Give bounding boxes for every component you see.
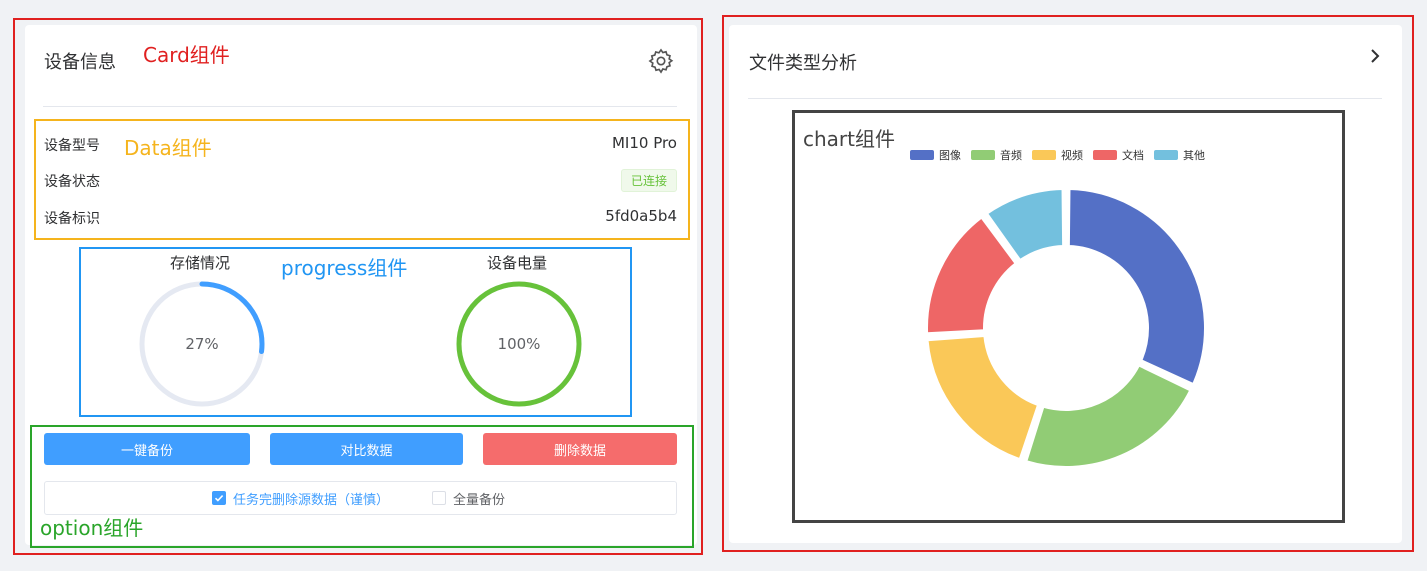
chart-annotation: chart组件 (803, 127, 895, 151)
legend-label: 图像 (939, 149, 961, 162)
donut-slice-音频[interactable] (1025, 364, 1192, 468)
card-divider (43, 106, 677, 107)
storage-percent-text: 27% (185, 335, 219, 353)
row-value-model: MI10 Pro (611, 134, 677, 152)
card-annotation: Card组件 (143, 43, 230, 67)
one-click-backup-button[interactable]: 一键备份 (44, 433, 250, 465)
status-badge: 已连接 (621, 169, 677, 192)
compare-data-button[interactable]: 对比数据 (270, 433, 463, 465)
battery-label: 设备电量 (487, 254, 548, 272)
legend-label: 音频 (1000, 149, 1022, 162)
chart-legend: 图像 音频 视频 文档 其他 (910, 147, 1205, 163)
legend-item[interactable]: 其他 (1154, 147, 1205, 163)
file-card-divider (748, 98, 1382, 99)
legend-label: 其他 (1183, 149, 1205, 162)
row-label-status: 设备状态 (44, 174, 100, 190)
gear-icon[interactable] (647, 47, 675, 75)
delete-source-option-label[interactable]: 任务完删除源数据（谨慎） (233, 489, 389, 508)
row-label-id: 设备标识 (44, 211, 100, 227)
storage-label: 存储情况 (170, 254, 231, 272)
file-type-donut-chart (926, 188, 1206, 468)
legend-item[interactable]: 音频 (971, 147, 1022, 163)
progress-annotation: progress组件 (281, 256, 408, 280)
device-card-title: 设备信息 (44, 52, 116, 73)
legend-label: 视频 (1061, 149, 1083, 162)
legend-swatch (1032, 150, 1056, 160)
legend-item[interactable]: 图像 (910, 147, 961, 163)
full-backup-checkbox[interactable] (432, 491, 446, 505)
legend-item[interactable]: 文档 (1093, 147, 1144, 163)
legend-item[interactable]: 视频 (1032, 147, 1083, 163)
chevron-right-icon[interactable] (1366, 46, 1384, 66)
donut-slice-图像[interactable] (1067, 188, 1206, 386)
legend-swatch (1093, 150, 1117, 160)
check-icon (214, 495, 224, 502)
data-annotation: Data组件 (124, 136, 212, 160)
legend-swatch (910, 150, 934, 160)
full-backup-option-label[interactable]: 全量备份 (453, 489, 505, 508)
file-card-title: 文件类型分析 (749, 53, 857, 74)
delete-data-button[interactable]: 删除数据 (483, 433, 677, 465)
legend-label: 文档 (1122, 149, 1144, 162)
donut-slice-视频[interactable] (926, 335, 1039, 461)
row-value-id: 5fd0a5b4 (605, 207, 677, 225)
delete-source-checkbox[interactable] (212, 491, 226, 505)
option-annotation: option组件 (40, 516, 144, 540)
row-label-model: 设备型号 (44, 138, 100, 154)
battery-percent-text: 100% (497, 335, 541, 353)
legend-swatch (971, 150, 995, 160)
legend-swatch (1154, 150, 1178, 160)
